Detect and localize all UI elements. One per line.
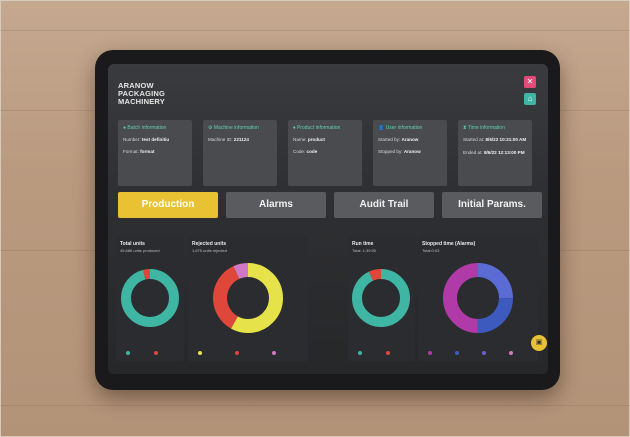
tab-initial-params[interactable]: Initial Params. [442,192,542,218]
info-card-machine: ⚙ Machine information Machine ID: 221124 [203,120,277,186]
panel-run-time: Run time Total: 1:39:00 [348,236,415,361]
info-row: Stopped by: Aranow [378,149,421,154]
info-card-user: 👤 User information Started by: Aranow St… [373,120,447,186]
home-icon: ⌂ [527,94,533,103]
legend-dot [358,351,362,355]
total-units-donut [121,269,179,327]
info-row: Started by: Aranow [378,137,419,142]
company-logo: ARANOW PACKAGING MACHINERY [118,82,165,106]
info-row: Number: test definitiu [123,137,170,142]
info-card-time: ⧗ Time information Started at: 8/6/22 10… [458,120,532,186]
tablet-screen: ARANOW PACKAGING MACHINERY ✕ ⌂ ● Batch i… [108,64,548,374]
legend-dot [126,351,130,355]
home-button[interactable]: ⌂ [524,93,536,105]
legend-dot [386,351,390,355]
document-icon: ▣ [535,339,543,346]
info-row: Machine ID: 221124 [208,137,249,142]
wood-grain [0,405,630,406]
info-row: Started at: 8/6/22 10:31:00 AM [463,137,527,142]
info-card-title: ⧗ Time information [463,125,505,131]
logo-line: MACHINERY [118,97,165,106]
info-card-batch: ● Batch information Number: test definit… [118,120,192,186]
panel-rejected-units: Rejected units 1,675 units rejected [188,236,308,361]
panel-stopped-time: Stopped time (Alarms) Total:0:03 [418,236,538,361]
panel-title: Stopped time (Alarms) [422,241,476,247]
donut-slice [121,269,179,327]
panel-subtitle: 1,675 units rejected [192,248,227,253]
panel-title: Rejected units [192,241,227,247]
tab-production[interactable]: Production [118,192,218,218]
info-row: Ended at: 8/6/22 12:13:00 PM [463,150,525,155]
legend-dot [235,351,239,355]
info-card-title: ♦ Product information [293,125,341,131]
info-row: Code: code [293,149,318,154]
rejected-units-donut [213,263,283,333]
legend-dot [455,351,459,355]
stopped-time-donut [443,263,513,333]
close-button[interactable]: ✕ [524,76,536,88]
legend-dot [509,351,513,355]
run-time-donut [352,269,410,327]
action-fab-button[interactable]: ▣ [531,335,547,351]
legend-dot [428,351,432,355]
info-card-title: 👤 User information [378,125,423,131]
close-icon: ✕ [526,77,534,86]
user-icon: 👤 [378,125,386,131]
tab-audit-trail[interactable]: Audit Trail [334,192,434,218]
panel-title: Total units [120,241,145,247]
panel-subtitle: Total:0:03 [422,248,440,253]
panel-subtitle: Total: 1:39:00 [352,248,377,253]
panel-subtitle: 45,686 units produced [120,248,160,253]
info-card-title: ● Batch information [123,125,167,131]
legend-dot [272,351,276,355]
donut-slice [352,269,410,327]
info-row: Name: product [293,137,325,142]
info-card-product: ♦ Product information Name: product Code… [288,120,362,186]
info-row: Format: format [123,149,155,154]
legend-dot [482,351,486,355]
legend-dot [154,351,158,355]
wood-grain [0,30,630,31]
panel-total-units: Total units 45,686 units produced [116,236,184,361]
tab-alarms[interactable]: Alarms [226,192,326,218]
legend-dot [198,351,202,355]
panel-title: Run time [352,241,374,247]
info-card-title: ⚙ Machine information [208,125,259,131]
